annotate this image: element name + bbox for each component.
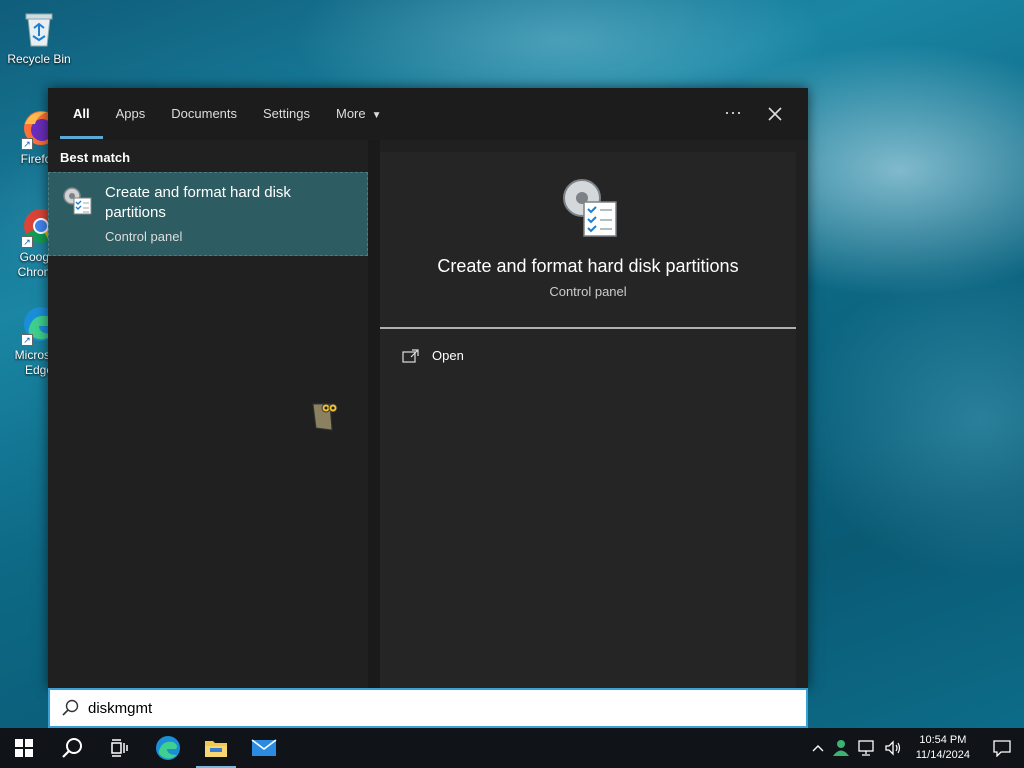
busy-cursor-icon (310, 400, 338, 432)
clock-time: 10:54 PM (919, 734, 967, 746)
best-match-result[interactable]: Create and format hard disk partitions C… (48, 172, 368, 256)
windows-logo-icon (15, 739, 33, 757)
search-icon (62, 699, 79, 716)
user-icon (832, 740, 849, 756)
disk-management-icon (61, 185, 93, 217)
tab-apps[interactable]: Apps (103, 88, 159, 140)
detail-subtitle: Control panel (549, 284, 627, 299)
detail-title: Create and format hard disk partitions (437, 256, 739, 276)
desktop-icon-label: Recycle Bin (7, 52, 71, 66)
search-panel: All Apps Documents Settings More ▼ ··· Be… (48, 88, 808, 688)
taskbar-edge-button[interactable] (144, 728, 192, 768)
tab-more[interactable]: More ▼ (323, 88, 395, 140)
tab-settings[interactable]: Settings (250, 88, 323, 140)
search-icon (62, 738, 82, 758)
desktop-icon-recycle-bin[interactable]: Recycle Bin (6, 8, 72, 67)
disk-management-large-icon (560, 176, 618, 238)
volume-button[interactable] (880, 728, 906, 768)
result-subtitle: Control panel (105, 229, 183, 244)
taskbar-file-explorer-button[interactable] (192, 728, 240, 768)
close-icon (768, 107, 782, 121)
network-icon (858, 740, 874, 756)
detail-separator (380, 327, 796, 329)
open-icon (402, 348, 419, 363)
open-action-label: Open (432, 348, 464, 363)
more-options-button[interactable]: ··· (712, 88, 754, 140)
taskbar-mail-button[interactable] (240, 728, 288, 768)
start-button[interactable] (0, 728, 48, 768)
tab-all[interactable]: All (60, 88, 103, 140)
shortcut-arrow-icon: ↗ (21, 334, 33, 346)
mail-icon (251, 739, 277, 756)
volume-icon (885, 740, 900, 756)
pane-divider (368, 140, 380, 688)
shortcut-arrow-icon: ↗ (21, 236, 33, 248)
tab-documents[interactable]: Documents (158, 88, 250, 140)
detail-pane: Create and format hard disk partitions C… (380, 152, 796, 688)
close-button[interactable] (754, 88, 796, 140)
taskbar: 10:54 PM 11/14/2024 (0, 728, 1024, 768)
search-tab-bar: All Apps Documents Settings More ▼ ··· (48, 88, 808, 140)
folder-icon (205, 741, 227, 757)
tab-label: Documents (171, 106, 238, 121)
tab-label: More (336, 106, 366, 121)
edge-icon (156, 736, 180, 760)
task-view-icon (111, 739, 128, 757)
system-tray: 10:54 PM 11/14/2024 (808, 728, 1024, 768)
show-hidden-icons-button[interactable] (808, 728, 828, 768)
task-view-button[interactable] (96, 728, 144, 768)
ellipsis-icon: ··· (724, 102, 742, 122)
clock-date: 11/14/2024 (915, 749, 970, 761)
best-match-heading: Best match (60, 150, 131, 165)
shortcut-arrow-icon: ↗ (21, 138, 33, 150)
taskbar-search-button[interactable] (48, 728, 96, 768)
search-box[interactable] (48, 688, 808, 728)
user-tray-button[interactable] (828, 728, 854, 768)
tab-label: Settings (263, 106, 310, 121)
search-input[interactable] (88, 699, 688, 717)
tab-label: Apps (115, 106, 146, 121)
chevron-up-icon (812, 745, 824, 752)
network-button[interactable] (854, 728, 880, 768)
results-pane: Best match Create and format hard disk p… (48, 140, 368, 688)
clock[interactable]: 10:54 PM 11/14/2024 (906, 733, 980, 763)
open-action[interactable]: Open (402, 348, 464, 363)
action-center-button[interactable] (980, 728, 1024, 768)
recycle-bin-icon (19, 8, 59, 48)
chevron-down-icon: ▼ (371, 110, 382, 121)
tab-label: All (73, 106, 90, 121)
result-title: Create and format hard disk partitions (105, 184, 291, 221)
notification-icon (993, 740, 1011, 757)
